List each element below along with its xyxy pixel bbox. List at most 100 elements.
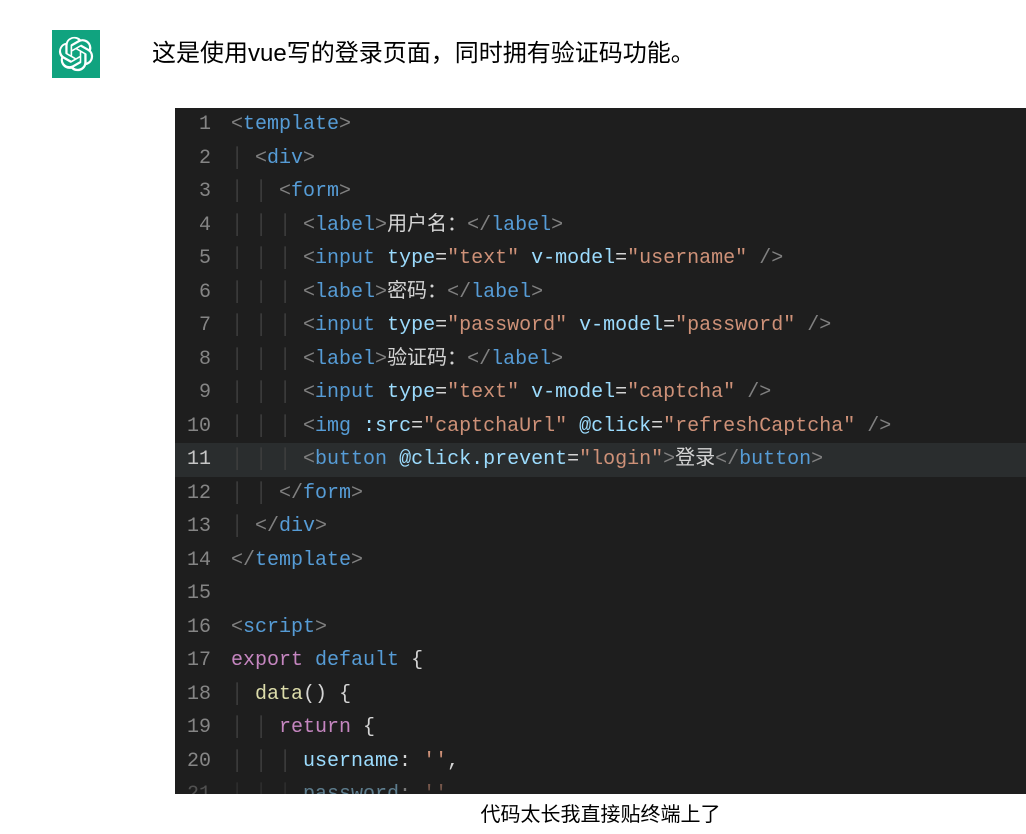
- token-tag-name: label: [471, 281, 531, 304]
- token-tag-bracket: >: [811, 448, 823, 471]
- token-text-content: [855, 415, 867, 438]
- code-line[interactable]: 13│ </div>: [175, 510, 1026, 544]
- indent-guide: │ │: [231, 477, 279, 511]
- line-number: 17: [175, 644, 231, 678]
- code-content[interactable]: export default {: [231, 644, 423, 678]
- code-content[interactable]: password: '': [303, 778, 447, 794]
- token-eq: =: [615, 247, 627, 270]
- line-number: 9: [175, 376, 231, 410]
- token-tag-name: script: [243, 616, 315, 639]
- line-number: 16: [175, 611, 231, 645]
- token-kw-export: export: [231, 649, 303, 672]
- code-content[interactable]: <script>: [231, 611, 327, 645]
- line-number: 5: [175, 242, 231, 276]
- token-tag-bracket: <: [303, 281, 315, 304]
- token-text-content: [795, 314, 807, 337]
- token-tag-bracket: <: [303, 415, 315, 438]
- token-tag-bracket: </: [279, 482, 303, 505]
- token-string: '': [423, 750, 447, 773]
- token-eq: =: [567, 448, 579, 471]
- token-tag-name: form: [291, 180, 339, 203]
- line-number: 12: [175, 477, 231, 511]
- code-content[interactable]: <div>: [255, 142, 315, 176]
- code-line[interactable]: 5│ │ │ <input type="text" v-model="usern…: [175, 242, 1026, 276]
- code-line[interactable]: 17export default {: [175, 644, 1026, 678]
- code-content[interactable]: <input type="text" v-model="username" />: [303, 242, 783, 276]
- code-line[interactable]: 9│ │ │ <input type="text" v-model="captc…: [175, 376, 1026, 410]
- code-line[interactable]: 19│ │ return {: [175, 711, 1026, 745]
- indent-guide: │ │ │: [231, 410, 303, 444]
- line-number: 3: [175, 175, 231, 209]
- indent-guide: │: [231, 678, 255, 712]
- token-attr-name: v-model: [579, 314, 663, 337]
- code-line[interactable]: 4│ │ │ <label>用户名：</label>: [175, 209, 1026, 243]
- token-tag-name: template: [243, 113, 339, 136]
- token-tag-bracket: >: [663, 448, 675, 471]
- token-tag-bracket: </: [467, 214, 491, 237]
- code-content[interactable]: <input type="text" v-model="captcha" />: [303, 376, 771, 410]
- line-number: 8: [175, 343, 231, 377]
- code-content[interactable]: </form>: [279, 477, 363, 511]
- chat-message-container: 这是使用vue写的登录页面，同时拥有验证码功能。 1<template>2│ <…: [0, 0, 1026, 827]
- token-tag-bracket: >: [551, 214, 563, 237]
- code-line[interactable]: 3│ │ <form>: [175, 175, 1026, 209]
- token-text-content: [519, 381, 531, 404]
- code-line[interactable]: 6│ │ │ <label>密码：</label>: [175, 276, 1026, 310]
- token-eq: =: [651, 415, 663, 438]
- token-string: '': [423, 783, 447, 794]
- token-tag-bracket: >: [339, 113, 351, 136]
- token-attr-value: "refreshCaptcha": [663, 415, 855, 438]
- token-tag-bracket: </: [467, 348, 491, 371]
- code-content[interactable]: data() {: [255, 678, 351, 712]
- token-prop-name: password: [303, 783, 399, 794]
- code-content[interactable]: <button @click.prevent="login">登录</butto…: [303, 443, 823, 477]
- code-content[interactable]: <template>: [231, 108, 351, 142]
- code-line[interactable]: 16<script>: [175, 611, 1026, 645]
- code-content[interactable]: <input type="password" v-model="password…: [303, 309, 831, 343]
- code-content[interactable]: <img :src="captchaUrl" @click="refreshCa…: [303, 410, 891, 444]
- token-tag-bracket: >: [375, 348, 387, 371]
- token-tag-bracket: <: [231, 616, 243, 639]
- code-line[interactable]: 11│ │ │ <button @click.prevent="login">登…: [175, 443, 1026, 477]
- token-text-content: [567, 415, 579, 438]
- code-line[interactable]: 1<template>: [175, 108, 1026, 142]
- code-content[interactable]: <form>: [279, 175, 351, 209]
- code-content[interactable]: <label>验证码：</label>: [303, 343, 563, 377]
- code-content[interactable]: return {: [279, 711, 375, 745]
- code-line[interactable]: 7│ │ │ <input type="password" v-model="p…: [175, 309, 1026, 343]
- code-content[interactable]: </div>: [255, 510, 327, 544]
- line-number: 10: [175, 410, 231, 444]
- code-line[interactable]: 18│ data() {: [175, 678, 1026, 712]
- line-number: 13: [175, 510, 231, 544]
- code-line[interactable]: 2│ <div>: [175, 142, 1026, 176]
- code-line[interactable]: 15: [175, 577, 1026, 611]
- token-tag-name: template: [255, 549, 351, 572]
- code-line[interactable]: 10│ │ │ <img :src="captchaUrl" @click="r…: [175, 410, 1026, 444]
- token-tag-name: label: [315, 281, 375, 304]
- token-text-content: [567, 314, 579, 337]
- token-punct: :: [399, 750, 411, 773]
- code-block[interactable]: 1<template>2│ <div>3│ │ <form>4│ │ │ <la…: [175, 108, 1026, 794]
- code-content[interactable]: username: '',: [303, 745, 459, 779]
- token-attr-value: "password": [447, 314, 567, 337]
- code-content[interactable]: <label>密码：</label>: [303, 276, 543, 310]
- code-line[interactable]: 12│ │ </form>: [175, 477, 1026, 511]
- caption-text: 代码太长我直接贴终端上了: [175, 798, 1026, 827]
- token-tag-bracket: >: [531, 281, 543, 304]
- line-number: 19: [175, 711, 231, 745]
- token-text-content: 密码：: [387, 281, 447, 304]
- code-content[interactable]: <label>用户名：</label>: [303, 209, 563, 243]
- token-tag-bracket: >: [315, 616, 327, 639]
- code-content[interactable]: </template>: [231, 544, 363, 578]
- token-attr-name: @click.prevent: [399, 448, 567, 471]
- assistant-avatar: [52, 30, 100, 78]
- indent-guide: │ │: [231, 711, 279, 745]
- code-line[interactable]: 21│ │ │ password: '': [175, 778, 1026, 794]
- code-line[interactable]: 14</template>: [175, 544, 1026, 578]
- indent-guide: │ │ │: [231, 443, 303, 477]
- line-number: 15: [175, 577, 231, 611]
- token-text-content: [747, 247, 759, 270]
- code-line[interactable]: 8│ │ │ <label>验证码：</label>: [175, 343, 1026, 377]
- token-tag-bracket: >: [339, 180, 351, 203]
- code-line[interactable]: 20│ │ │ username: '',: [175, 745, 1026, 779]
